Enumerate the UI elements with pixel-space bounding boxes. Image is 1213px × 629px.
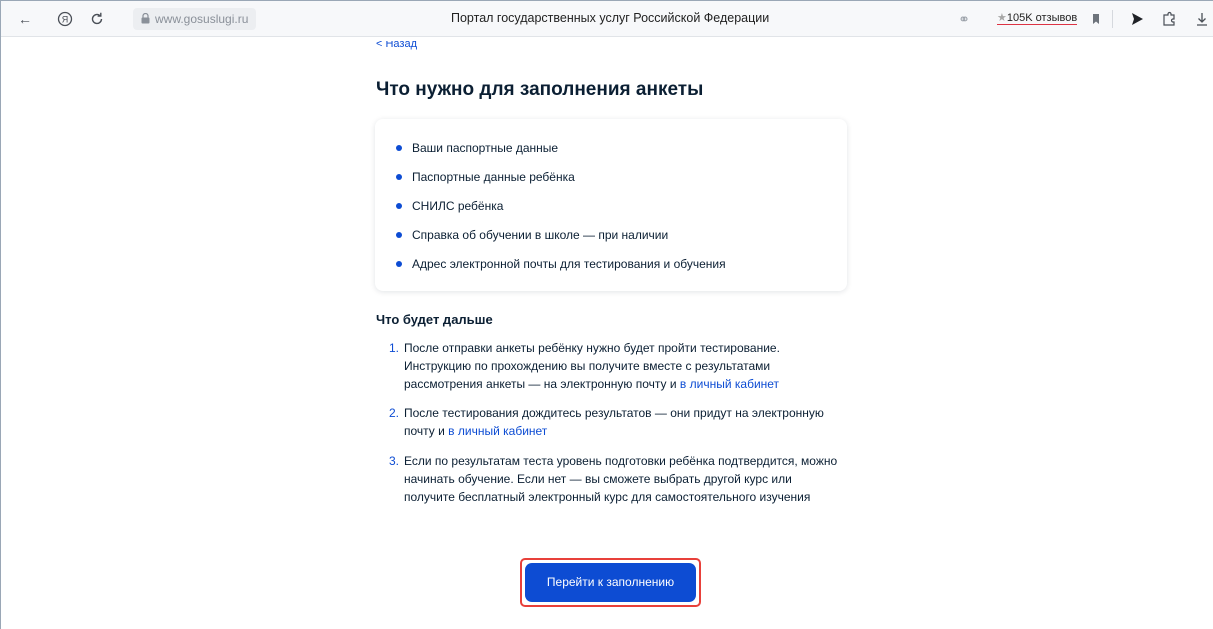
next-steps-list: 1. После отправки анкеты ребёнку нужно бу… xyxy=(389,339,839,506)
extension-icon[interactable] xyxy=(1161,11,1177,27)
next-steps-title: Что будет дальше xyxy=(376,312,493,327)
browser-toolbar: ← Я www.gosuslugi.ru Портал государствен… xyxy=(1,1,1213,37)
lock-icon xyxy=(141,13,150,24)
yandex-icon[interactable]: Я xyxy=(57,11,73,27)
reviews-badge[interactable]: ★105K отзывов xyxy=(997,11,1078,25)
browser-window: ← Я www.gosuslugi.ru Портал государствен… xyxy=(0,0,1213,629)
download-icon[interactable] xyxy=(1194,11,1210,27)
step-item: 3. Если по результатам теста уровень подг… xyxy=(389,452,839,506)
svg-text:Я: Я xyxy=(62,15,69,25)
url-text: www.gosuslugi.ru xyxy=(155,12,249,26)
requirement-item: Ваши паспортные данные xyxy=(395,141,726,170)
step-item: 1. После отправки анкеты ребёнку нужно бу… xyxy=(389,339,839,394)
bookmark-icon[interactable] xyxy=(1088,11,1104,27)
step-number: 2. xyxy=(389,406,400,420)
back-link[interactable]: < Назад xyxy=(376,41,417,51)
requirements-card: Ваши паспортные данные Паспортные данные… xyxy=(375,119,847,291)
requirement-item: СНИЛС ребёнка xyxy=(395,199,726,228)
toolbar-divider xyxy=(1112,10,1113,28)
reload-icon[interactable] xyxy=(89,11,105,27)
personal-account-link[interactable]: в личный кабинет xyxy=(680,377,779,391)
reviews-text: 105K отзывов xyxy=(1006,12,1078,24)
step-number: 1. xyxy=(389,341,400,355)
start-filling-button[interactable]: Перейти к заполнению xyxy=(525,563,696,602)
link-icon[interactable]: ⚭ xyxy=(956,11,972,27)
address-bar[interactable]: www.gosuslugi.ru xyxy=(133,8,257,30)
send-icon[interactable] xyxy=(1129,11,1145,27)
step-number: 3. xyxy=(389,454,400,468)
requirement-item: Паспортные данные ребёнка xyxy=(395,170,726,199)
requirement-item: Справка об обучении в школе — при наличи… xyxy=(395,228,726,257)
back-arrow-icon[interactable]: ← xyxy=(17,11,33,27)
personal-account-link[interactable]: в личный кабинет xyxy=(448,424,547,438)
requirement-item: Адрес электронной почты для тестирования… xyxy=(395,257,726,286)
requirements-list: Ваши паспортные данные Паспортные данные… xyxy=(395,141,726,286)
cta-highlight: Перейти к заполнению xyxy=(520,558,701,607)
browser-page-title: Портал государственных услуг Российской … xyxy=(451,11,770,25)
star-icon: ★ xyxy=(997,12,1007,24)
step-item: 2. После тестирования дождитесь результат… xyxy=(389,404,839,452)
step-text: Если по результатам теста уровень подгот… xyxy=(404,454,838,504)
page-title: Что нужно для заполнения анкеты xyxy=(376,79,704,100)
